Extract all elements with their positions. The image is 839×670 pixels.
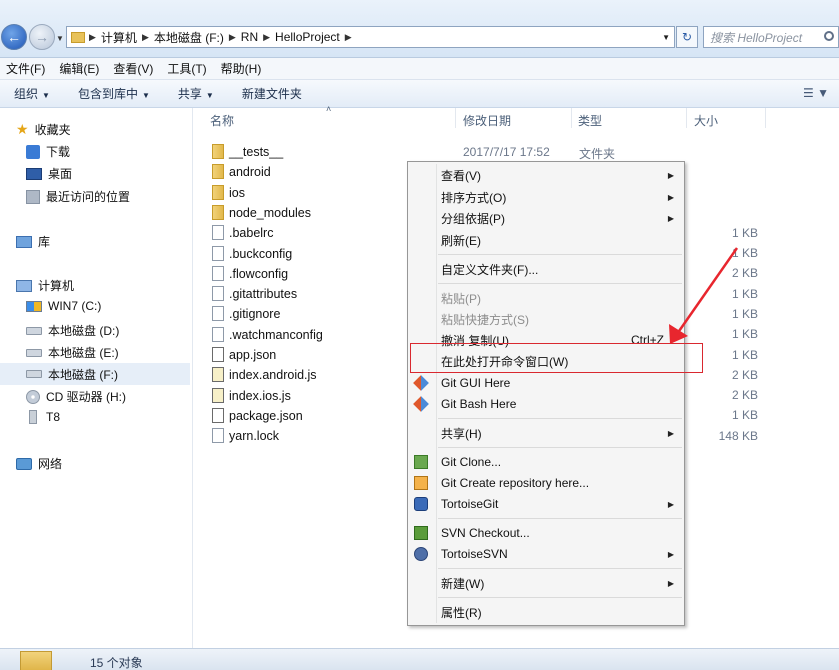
annotation-arrow (669, 247, 739, 344)
